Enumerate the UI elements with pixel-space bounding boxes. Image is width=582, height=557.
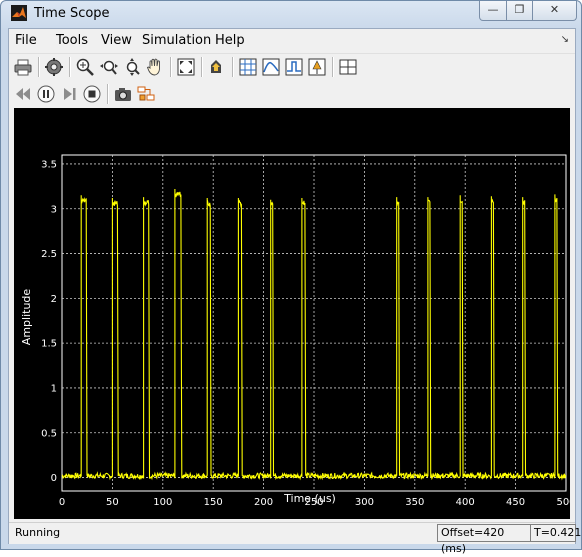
layout-icon[interactable] bbox=[338, 57, 358, 77]
bilevel-measurements-icon[interactable] bbox=[284, 57, 304, 77]
pause-icon[interactable] bbox=[36, 84, 56, 104]
main-toolbar bbox=[9, 54, 575, 80]
data-cursors-icon[interactable] bbox=[238, 57, 258, 77]
restore-axes-icon[interactable] bbox=[207, 57, 227, 77]
menu-bar: File Tools View Simulation Help ↘ bbox=[9, 29, 575, 54]
time-scope-window: Time Scope — ❐ ✕ File Tools View Simulat… bbox=[0, 0, 582, 555]
highlight-block-icon[interactable] bbox=[136, 84, 156, 104]
restore-icon: ❐ bbox=[514, 3, 525, 16]
print-icon[interactable] bbox=[13, 57, 33, 77]
y-tick-label: 3 bbox=[51, 204, 57, 215]
x-axis-label: Time (us) bbox=[283, 492, 336, 505]
autoscale-icon[interactable] bbox=[176, 57, 196, 77]
signal-statistics-icon[interactable] bbox=[307, 57, 327, 77]
x-tick-label: 50 bbox=[106, 497, 119, 508]
menu-tools[interactable]: Tools bbox=[56, 33, 88, 48]
y-tick-label: 2 bbox=[51, 294, 57, 305]
menu-simulation[interactable]: Simulation bbox=[142, 33, 211, 48]
run-status: Running bbox=[15, 526, 61, 539]
menu-help[interactable]: Help bbox=[215, 33, 245, 48]
minimize-button[interactable]: — bbox=[479, 1, 507, 21]
settings-icon[interactable] bbox=[44, 57, 64, 77]
x-tick-label: 350 bbox=[405, 497, 424, 508]
x-tick-label: 0 bbox=[59, 497, 65, 508]
stop-icon[interactable] bbox=[82, 84, 102, 104]
snapshot-camera-icon[interactable] bbox=[113, 84, 133, 104]
close-icon: ✕ bbox=[549, 3, 560, 16]
window-title: Time Scope bbox=[34, 6, 110, 21]
x-tick-label: 150 bbox=[204, 497, 223, 508]
close-button[interactable]: ✕ bbox=[532, 1, 577, 21]
time-readout: T=0.421 bbox=[530, 524, 581, 542]
y-axis-label: Amplitude bbox=[20, 289, 33, 346]
menu-file[interactable]: File bbox=[15, 33, 37, 48]
restore-button[interactable]: ❐ bbox=[506, 1, 533, 21]
scope-plot[interactable]: 00.511.522.533.5 0 50 100 150 200 250 300 350 40… bbox=[14, 108, 576, 519]
menu-dock-arrow-icon[interactable]: ↘ bbox=[561, 34, 569, 45]
peak-finder-icon[interactable] bbox=[261, 57, 281, 77]
y-tick-label: 0 bbox=[51, 473, 57, 484]
pan-hand-icon[interactable] bbox=[145, 57, 165, 77]
zoom-x-icon[interactable] bbox=[99, 57, 119, 77]
menu-view[interactable]: View bbox=[101, 33, 132, 48]
y-tick-label: 0.5 bbox=[41, 428, 57, 439]
x-tick-label: 100 bbox=[153, 497, 172, 508]
y-tick-label: 2.5 bbox=[41, 249, 57, 260]
minimize-icon: — bbox=[487, 3, 499, 16]
y-tick-label: 1 bbox=[51, 383, 57, 394]
zoom-y-icon[interactable] bbox=[122, 57, 142, 77]
status-bar: Running Offset=420 (ms) T=0.421 bbox=[9, 522, 581, 555]
client-area: File Tools View Simulation Help ↘ 0 0.5 … bbox=[8, 28, 581, 555]
zoom-in-icon[interactable] bbox=[75, 57, 95, 77]
x-tick-label: 500 bbox=[556, 497, 570, 508]
x-tick-label: 450 bbox=[506, 497, 525, 508]
step-back-icon[interactable] bbox=[13, 84, 33, 104]
simulation-toolbar bbox=[9, 81, 575, 107]
x-tick-label: 200 bbox=[254, 497, 273, 508]
matlab-logo-icon bbox=[11, 5, 27, 21]
plot-background bbox=[14, 108, 570, 519]
offset-readout: Offset=420 (ms) bbox=[437, 524, 531, 555]
y-tick-label: 1.5 bbox=[41, 339, 57, 350]
scope-display[interactable]: 0 0.5 1 1.5 2 2.5 3 3.5 0 50 100 150 200 250 300 350 40… bbox=[14, 108, 576, 519]
title-bar[interactable]: Time Scope — ❐ ✕ bbox=[1, 1, 581, 27]
x-tick-label: 400 bbox=[456, 497, 475, 508]
x-tick-label: 300 bbox=[355, 497, 374, 508]
step-forward-icon[interactable] bbox=[59, 84, 79, 104]
y-tick-label: 3.5 bbox=[41, 159, 57, 170]
